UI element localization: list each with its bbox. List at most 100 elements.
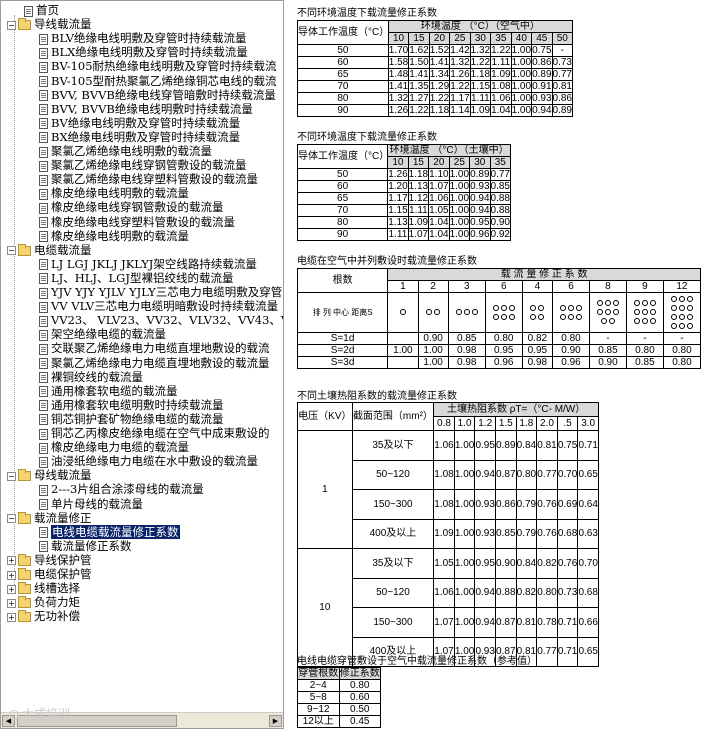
tree-item[interactable]: 首页	[24, 4, 59, 17]
expand-icon[interactable]: +	[7, 612, 16, 622]
tree-item[interactable]: 载流量修正系数	[39, 539, 132, 553]
tree-item-label[interactable]: 交联聚乙烯绝缘电力电缆直埋地敷设的载流	[51, 341, 270, 355]
tree-item-label[interactable]: BV-105型耐热聚氯乙烯绝缘铜芯电线的载流	[51, 74, 277, 88]
tree-item-label[interactable]: 载流量修正系数	[51, 539, 132, 553]
tree-item-label[interactable]: BLV绝缘电线明敷及穿管时持续载流量	[51, 31, 247, 45]
tree-item-label[interactable]: VV VLV三芯电力电缆明暗敷设时持续载流量	[51, 299, 278, 313]
tree-item[interactable]: VV VLV三芯电力电缆明暗敷设时持续载流量	[39, 300, 278, 313]
expand-icon[interactable]: +	[7, 556, 16, 566]
tree-item-label[interactable]: 导线载流量	[34, 17, 92, 31]
tree-item-label[interactable]: 橡皮绝缘电线穿塑料管敷设的载流量	[51, 215, 235, 229]
expand-icon[interactable]: +	[7, 570, 16, 580]
tree-item[interactable]: 通用橡套软电缆的载流量	[39, 384, 178, 398]
tree-item[interactable]: 电线电缆载流量修正系数	[39, 524, 180, 539]
tree-folder[interactable]: − 母线载流量	[7, 469, 92, 482]
tree-item[interactable]: 聚氯乙烯绝缘电线明敷的载流量	[39, 145, 212, 158]
tree-item-label[interactable]: 负荷力矩	[34, 595, 80, 609]
tree-item-label[interactable]: 聚氯乙烯绝缘电线穿塑料管敷设的载流量	[51, 172, 258, 186]
tree-item[interactable]: BLX绝缘电线明敷及穿管时持续载流量	[39, 46, 248, 59]
tree-item-label[interactable]: 聚氯乙烯绝缘电线穿钢管敷设的载流量	[51, 158, 247, 172]
tree-item[interactable]: 聚氯乙烯绝缘电力电缆直埋地敷设的载流量	[39, 356, 270, 370]
tree-item-label[interactable]: 载流量修正	[34, 511, 92, 525]
collapse-icon[interactable]: −	[7, 471, 16, 481]
collapse-icon[interactable]: −	[7, 514, 16, 524]
tree-item[interactable]: 裸铜绞线的载流量	[39, 370, 143, 384]
tree-item[interactable]: BLV绝缘电线明敷及穿管时持续载流量	[39, 32, 247, 45]
tree-item-label[interactable]: 通用橡套软电缆明敷时持续载流量	[51, 398, 224, 412]
expand-icon[interactable]: +	[7, 584, 16, 594]
tree-item-label[interactable]: 铜芯铜护套矿物绝缘电缆的载流量	[51, 412, 224, 426]
tree-item-label[interactable]: 橡皮绝缘电线明敷的载流量	[51, 229, 189, 243]
tree-item[interactable]: 架空绝缘电缆的载流量	[39, 328, 166, 341]
tree-item[interactable]: 铜芯乙丙橡皮绝缘电缆在空气中成束敷设的	[39, 427, 270, 440]
tree-item-label[interactable]: YJV YJY YJLV YJLY三芯电力电缆明敷及穿管	[51, 285, 282, 299]
tree-folder[interactable]: + 电缆保护管	[7, 568, 92, 581]
tree-item-label[interactable]: 导线保护管	[34, 553, 92, 567]
tree-item[interactable]: LJ LGJ JKLJ JKLYJ架空线路持续载流量	[39, 257, 257, 271]
tree-item[interactable]: 单片母线的载流量	[39, 497, 143, 511]
tree-item[interactable]: BVV, BVVB绝缘电线明敷时持续载流量	[39, 102, 253, 116]
tree-item-label[interactable]: BX绝缘电线明敷及穿管时持续载流量	[51, 130, 240, 144]
tree-folder[interactable]: + 导线保护管	[7, 553, 92, 567]
tree-item[interactable]: LJ、HLJ、LGJ型裸铝绞线的载流量	[39, 271, 233, 285]
tree-item[interactable]: 橡皮绝缘电线穿钢管敷设的载流量	[39, 201, 224, 214]
tree-item[interactable]: 油浸纸绝缘电力电缆在水中敷设的载流量	[39, 455, 258, 468]
tree-item[interactable]: 橡皮绝缘电线明敷的载流量	[39, 229, 189, 243]
tree-item[interactable]: BVV, BVVB绝缘电线穿管暗敷时持续载流量	[39, 88, 276, 102]
tree-item-label[interactable]: 线槽选择	[34, 581, 80, 595]
tree-item-label[interactable]: LJ、HLJ、LGJ型裸铝绞线的载流量	[51, 271, 233, 285]
tree-folder[interactable]: − 载流量修正	[7, 511, 92, 525]
tree-item[interactable]: 通用橡套软电缆明敷时持续载流量	[39, 398, 224, 412]
tree-item[interactable]: BV绝缘电线明敷及穿管时持续载流量	[39, 116, 240, 130]
tree-item[interactable]: 铜芯铜护套矿物绝缘电缆的载流量	[39, 412, 224, 426]
expand-icon[interactable]: +	[7, 598, 16, 608]
tree-item-label[interactable]: LJ LGJ JKLJ JKLYJ架空线路持续载流量	[51, 257, 257, 271]
tree-item-label[interactable]: 电缆保护管	[34, 567, 92, 581]
tree-folder[interactable]: − 导线载流量	[7, 18, 92, 31]
tree-item[interactable]: 聚氯乙烯绝缘电线穿钢管敷设的载流量	[39, 159, 247, 172]
tree-item[interactable]: BV-105耐热绝缘电线明敷及穿管时持续载流	[39, 60, 277, 73]
tree-item[interactable]: VV23、 VLV23、VV32、VLV32、VV43、VLV43	[39, 313, 283, 327]
tree-item-label[interactable]: 无功补偿	[34, 609, 80, 623]
tree-item-label[interactable]: 母线载流量	[34, 468, 92, 482]
tree-item-label[interactable]: BV-105耐热绝缘电线明敷及穿管时持续载流	[51, 59, 277, 73]
tree-item-label[interactable]: 橡皮绝缘电线明敷的载流量	[51, 186, 189, 200]
tree-item[interactable]: YJV YJY YJLV YJLY三芯电力电缆明敷及穿管	[39, 286, 282, 299]
tree-panel[interactable]: 首页 − 导线载流量 BLV绝缘电线明敷及穿管时持续载流量 BLX绝缘电线明敷及穿管时持…	[0, 0, 284, 729]
tree-item-label[interactable]: 电缆载流量	[34, 243, 92, 257]
tree-item-label[interactable]: BLX绝缘电线明敷及穿管时持续载流量	[51, 45, 248, 59]
tree-item[interactable]: 橡皮绝缘电线穿塑料管敷设的载流量	[39, 215, 235, 229]
tree-item-label[interactable]: BV绝缘电线明敷及穿管时持续载流量	[51, 116, 240, 130]
tree-item-label[interactable]: 聚氯乙烯绝缘电力电缆直埋地敷设的载流量	[51, 356, 270, 370]
tree-item-label[interactable]: BVV, BVVB绝缘电线穿管暗敷时持续载流量	[51, 88, 276, 102]
tree-item[interactable]: 交联聚乙烯绝缘电力电缆直埋地敷设的载流	[39, 342, 270, 355]
tree-item-label[interactable]: VV23、 VLV23、VV32、VLV32、VV43、VLV43	[51, 313, 283, 327]
tree-item[interactable]: 橡皮绝缘电力电缆的载流量	[39, 441, 189, 454]
tree-item[interactable]: BV-105型耐热聚氯乙烯绝缘铜芯电线的载流	[39, 74, 277, 88]
tree-item-label[interactable]: 2---3片组合涂漆母线的载流量	[51, 482, 204, 496]
tree-item-label[interactable]: 通用橡套软电缆的载流量	[51, 384, 178, 398]
tree-item[interactable]: BX绝缘电线明敷及穿管时持续载流量	[39, 130, 240, 144]
tree-item[interactable]: 橡皮绝缘电线明敷的载流量	[39, 187, 189, 200]
tree-item-label[interactable]: 聚氯乙烯绝缘电线明敷的载流量	[51, 144, 212, 158]
tree-item[interactable]: 2---3片组合涂漆母线的载流量	[39, 483, 204, 496]
tree-item-label[interactable]: 裸铜绞线的载流量	[51, 370, 143, 384]
tree-item-label[interactable]: 橡皮绝缘电线穿钢管敷设的载流量	[51, 200, 224, 214]
document-icon	[39, 202, 48, 214]
tree-folder[interactable]: + 负荷力矩	[7, 596, 80, 609]
collapse-icon[interactable]: −	[7, 246, 16, 256]
tree-item-label[interactable]: BVV, BVVB绝缘电线明敷时持续载流量	[51, 102, 253, 116]
tree-item-label[interactable]: 架空绝缘电缆的载流量	[51, 327, 166, 341]
tree-folder[interactable]: − 电缆载流量	[7, 243, 92, 257]
tree-item-label[interactable]: 铜芯乙丙橡皮绝缘电缆在空气中成束敷设的	[51, 426, 270, 440]
scroll-right-arrow-icon[interactable]: ▶	[269, 715, 282, 727]
tree-folder[interactable]: + 线槽选择	[7, 582, 80, 595]
tree-item-label[interactable]: 单片母线的载流量	[51, 497, 143, 511]
tree-item-label[interactable]: 首页	[36, 3, 59, 17]
tree-item-label[interactable]: 电线电缆载流量修正系数	[51, 524, 180, 539]
tree-item-label[interactable]: 橡皮绝缘电力电缆的载流量	[51, 440, 189, 454]
tree-item-label[interactable]: 油浸纸绝缘电力电缆在水中敷设的载流量	[51, 454, 258, 468]
tree-item[interactable]: 聚氯乙烯绝缘电线穿塑料管敷设的载流量	[39, 173, 258, 186]
collapse-icon[interactable]: −	[7, 20, 16, 30]
tree-folder[interactable]: + 无功补偿	[7, 610, 80, 623]
